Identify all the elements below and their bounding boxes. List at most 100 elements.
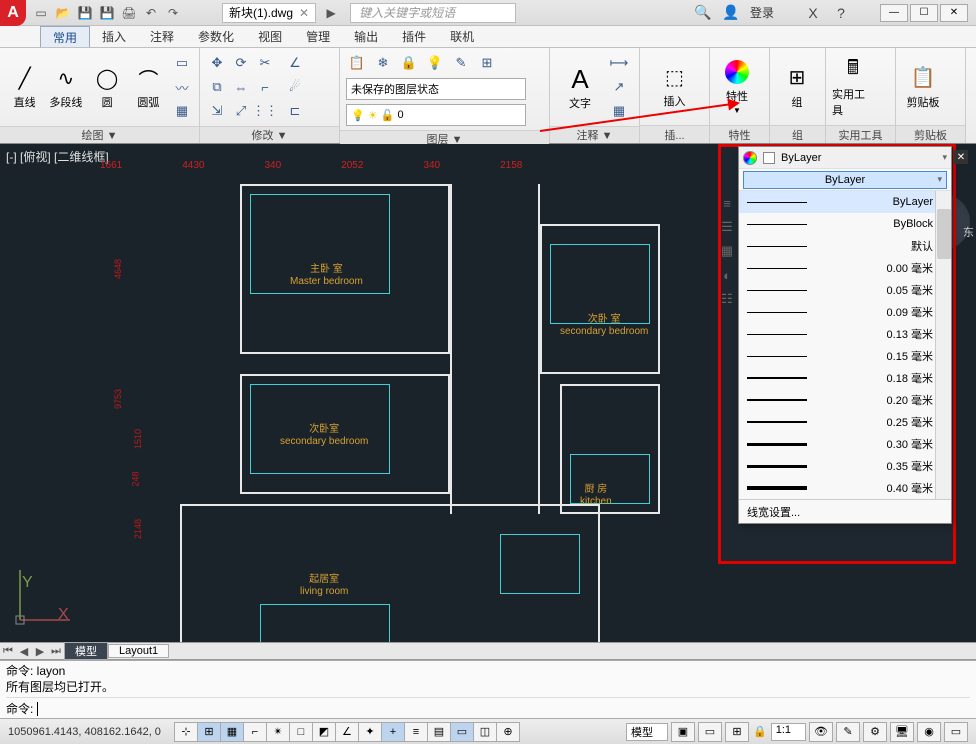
exchange-icon[interactable]: X bbox=[804, 4, 822, 22]
spline-icon[interactable]: 〰 bbox=[171, 76, 193, 98]
sb-dyn-icon[interactable]: + bbox=[381, 722, 405, 742]
layer-state-combo[interactable]: 未保存的图层状态 bbox=[346, 78, 526, 100]
stretch-icon[interactable]: ⇲ bbox=[206, 100, 228, 122]
sb-otrack-icon[interactable]: ∠ bbox=[335, 722, 359, 742]
text-button[interactable]: A 文字 bbox=[556, 52, 604, 122]
explode-icon[interactable]: ☄ bbox=[284, 76, 306, 98]
scale-icon[interactable]: ⤢ bbox=[230, 100, 252, 122]
lineweight-list-icon[interactable]: ☰ bbox=[718, 218, 736, 236]
lw-item[interactable]: 0.15 毫米 bbox=[739, 345, 951, 367]
sb-polar-icon[interactable]: ✴ bbox=[266, 722, 290, 742]
panel-modify-title[interactable]: 修改 ▼ bbox=[200, 126, 339, 143]
qat-print-icon[interactable]: 🖨 bbox=[120, 4, 138, 22]
lw-item[interactable]: 0.05 毫米 bbox=[739, 279, 951, 301]
lw-item[interactable]: 0.18 毫米 bbox=[739, 367, 951, 389]
tab-next-icon[interactable]: ▶ bbox=[32, 645, 48, 658]
plot-style-icon[interactable]: ▦ bbox=[718, 242, 736, 260]
layer-freeze-icon[interactable]: ❄ bbox=[372, 52, 394, 74]
app-icon[interactable]: A bbox=[0, 0, 26, 26]
ribbon-tab-manage[interactable]: 管理 bbox=[294, 26, 342, 47]
model-space-combo[interactable]: 模型 bbox=[626, 723, 668, 741]
binoculars-icon[interactable]: 🔍 bbox=[694, 4, 712, 22]
tab-last-icon[interactable]: ⏭ bbox=[48, 645, 64, 658]
rotate-icon[interactable]: ⟳ bbox=[230, 52, 252, 74]
rect-icon[interactable]: ▭ bbox=[171, 52, 193, 74]
lw-item[interactable]: 0.30 毫米 bbox=[739, 433, 951, 455]
lw-item[interactable]: 0.13 毫米 bbox=[739, 323, 951, 345]
lw-item[interactable]: 0.00 毫米 bbox=[739, 257, 951, 279]
linetype-combo[interactable]: ByLayer bbox=[743, 171, 947, 189]
mirror-icon[interactable]: ⇔ bbox=[230, 76, 252, 98]
erase-icon[interactable]: ∠ bbox=[284, 52, 306, 74]
utilities-button[interactable]: 🖩实用工具 bbox=[832, 53, 874, 121]
sb-clean-icon[interactable]: ▭ bbox=[944, 722, 968, 742]
lw-item[interactable]: 0.40 毫米 bbox=[739, 477, 951, 499]
maximize-button[interactable]: ☐ bbox=[910, 4, 938, 22]
lw-item[interactable]: 0.25 毫米 bbox=[739, 411, 951, 433]
linetype-list-icon[interactable]: ≡ bbox=[718, 194, 736, 212]
prop-linetype-row[interactable]: ByLayer bbox=[739, 169, 951, 191]
sb-sc-icon[interactable]: ◫ bbox=[473, 722, 497, 742]
sb-grid-icon[interactable]: ▦ bbox=[220, 722, 244, 742]
sb-tpy-icon[interactable]: ▤ bbox=[427, 722, 451, 742]
tab-first-icon[interactable]: ⏮ bbox=[0, 645, 16, 658]
lw-scrollbar[interactable] bbox=[935, 191, 951, 499]
layer-iso-icon[interactable]: ⊞ bbox=[476, 52, 498, 74]
sb-ann-visibility-icon[interactable]: 👁 bbox=[809, 722, 833, 742]
sb-ann-auto-icon[interactable]: ✎ bbox=[836, 722, 860, 742]
group-button[interactable]: ⊞组 bbox=[776, 53, 818, 121]
trim-icon[interactable]: ✂ bbox=[254, 52, 276, 74]
login-label[interactable]: 登录 bbox=[750, 4, 774, 21]
qat-redo-icon[interactable]: ↷ bbox=[164, 4, 182, 22]
sb-ws-icon[interactable]: ⚙ bbox=[863, 722, 887, 742]
sb-ducs-icon[interactable]: ✦ bbox=[358, 722, 382, 742]
tab-prev-icon[interactable]: ◀ bbox=[16, 645, 32, 658]
lw-item-byblock[interactable]: ByBlock bbox=[739, 213, 951, 235]
line-button[interactable]: ╱直线 bbox=[6, 53, 43, 121]
panel-props-title[interactable]: 特性 bbox=[710, 125, 769, 143]
ribbon-tab-parametric[interactable]: 参数化 bbox=[186, 26, 246, 47]
qat-new-icon[interactable]: ▭ bbox=[32, 4, 50, 22]
sb-qp-icon[interactable]: ▭ bbox=[450, 722, 474, 742]
sb-quickview-icon[interactable]: ⊞ bbox=[725, 722, 749, 742]
layer-current-combo[interactable]: 💡 ☀ 🔓 0 bbox=[346, 104, 526, 126]
qat-open-icon[interactable]: 📂 bbox=[54, 4, 72, 22]
copy-icon[interactable]: ⧉ bbox=[206, 76, 228, 98]
list-icon[interactable]: ☷ bbox=[718, 290, 736, 308]
properties-button[interactable]: 特性▼ bbox=[716, 53, 758, 121]
sb-hw-icon[interactable]: 🖥 bbox=[890, 722, 914, 742]
lw-item-default[interactable]: 默认 bbox=[739, 235, 951, 257]
tab-layout1[interactable]: Layout1 bbox=[108, 644, 169, 658]
sb-osnap-icon[interactable]: □ bbox=[289, 722, 313, 742]
prop-color-row[interactable]: ByLayer ▾ bbox=[739, 147, 951, 169]
ribbon-tab-view[interactable]: 视图 bbox=[246, 26, 294, 47]
ribbon-tab-plugins[interactable]: 插件 bbox=[390, 26, 438, 47]
lw-item-bylayer[interactable]: ByLayer bbox=[739, 191, 951, 213]
prop-panel-close-icon[interactable]: ✕ bbox=[954, 150, 968, 164]
polyline-button[interactable]: ∿多段线 bbox=[47, 53, 84, 121]
ribbon-tab-annotate[interactable]: 注释 bbox=[138, 26, 186, 47]
sb-lwt-icon[interactable]: ≡ bbox=[404, 722, 428, 742]
qat-save-icon[interactable]: 💾 bbox=[76, 4, 94, 22]
search-input[interactable]: 键入关键字或短语 bbox=[350, 3, 516, 23]
dim-linear-icon[interactable]: ⟼ bbox=[608, 52, 630, 74]
panel-clipboard-title[interactable]: 剪贴板 bbox=[896, 125, 965, 143]
array-icon[interactable]: ⋮⋮ bbox=[254, 100, 276, 122]
help-icon[interactable]: ? bbox=[832, 4, 850, 22]
panel-utilities-title[interactable]: 实用工具 bbox=[826, 125, 895, 143]
clipboard-button[interactable]: 📋剪贴板 bbox=[902, 53, 944, 121]
lw-item[interactable]: 0.09 毫米 bbox=[739, 301, 951, 323]
transparency-icon[interactable]: ◐ bbox=[718, 266, 736, 284]
arc-button[interactable]: ⌒圆弧 bbox=[130, 53, 167, 121]
sb-isolate-icon[interactable]: ◉ bbox=[917, 722, 941, 742]
sb-infer-icon[interactable]: ⊹ bbox=[174, 722, 198, 742]
coords-readout[interactable]: 1050961.4143, 408162.1642, 0 bbox=[0, 726, 169, 738]
layer-properties-icon[interactable]: 📋 bbox=[346, 52, 368, 74]
scroll-thumb[interactable] bbox=[937, 209, 951, 259]
layer-match-icon[interactable]: ✎ bbox=[450, 52, 472, 74]
document-tab[interactable]: 新块(1).dwg ✕ bbox=[222, 3, 316, 23]
layer-lock-icon[interactable]: 🔒 bbox=[398, 52, 420, 74]
ribbon-tab-online[interactable]: 联机 bbox=[438, 26, 486, 47]
hatch-icon[interactable]: ▦ bbox=[171, 100, 193, 122]
close-button[interactable]: ✕ bbox=[940, 4, 968, 22]
